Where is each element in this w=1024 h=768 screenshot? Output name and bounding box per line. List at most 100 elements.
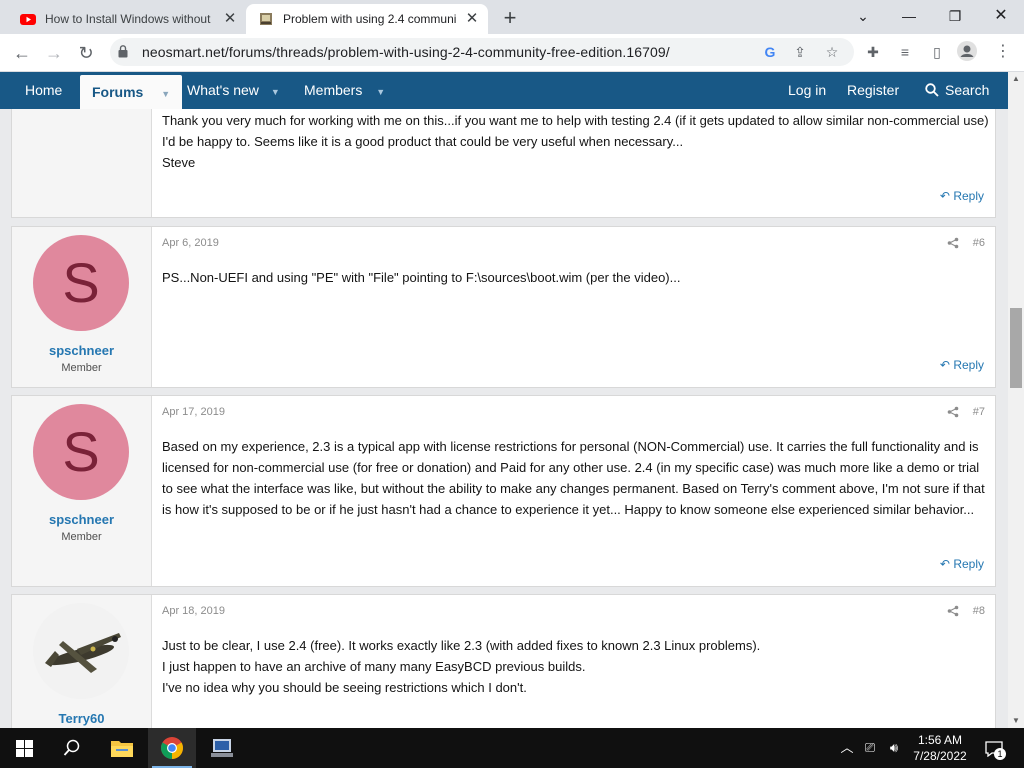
username-link[interactable]: spschneer xyxy=(12,343,151,358)
username-link[interactable]: spschneer xyxy=(12,512,151,527)
search-label: Search xyxy=(945,82,990,98)
post-user-panel: Terry60 xyxy=(12,595,152,728)
chevron-down-icon[interactable]: ▼ xyxy=(161,89,170,99)
nav-home[interactable]: Home xyxy=(25,72,62,109)
neosmart-favicon-icon xyxy=(260,13,272,25)
volume-icon[interactable]: 🔊︎ xyxy=(884,728,904,768)
post-5: Thank you very much for working with me … xyxy=(11,109,996,218)
avatar[interactable]: S xyxy=(33,235,129,331)
clock-date: 7/28/2022 xyxy=(913,749,967,763)
browser-toolbar: ← → ↻ neosmart.net/forums/threads/proble… xyxy=(0,34,1024,72)
google-lens-icon[interactable]: G xyxy=(760,42,780,62)
show-hidden-icons-chevron-icon[interactable]: ︿ xyxy=(837,728,857,768)
chrome-taskbar-button[interactable] xyxy=(148,728,196,768)
post-number-link[interactable]: #8 xyxy=(973,605,985,617)
chrome-icon xyxy=(161,737,183,759)
new-tab-button[interactable]: + xyxy=(498,6,522,30)
share-icon[interactable] xyxy=(947,406,959,418)
forward-button[interactable]: → xyxy=(40,39,68,67)
forum-nav-bar: Home Forums ▼ What's new ▼ Members ▼ Log… xyxy=(0,72,1008,109)
reload-button[interactable]: ↻ xyxy=(72,39,100,67)
post-body: Thank you very much for working with me … xyxy=(162,110,992,173)
chevron-down-icon[interactable]: ▼ xyxy=(376,87,385,97)
side-panel-icon[interactable]: ▯ xyxy=(926,41,948,63)
post-paragraph: PS...Non-UEFI and using "PE" with "File"… xyxy=(162,270,681,285)
chevron-down-icon[interactable]: ▼ xyxy=(271,87,280,97)
nav-whats-new-label: What's new xyxy=(187,82,259,98)
nav-members[interactable]: Members ▼ xyxy=(304,72,385,109)
post-paragraph: Based on my experience, 2.3 is a typical… xyxy=(162,439,985,517)
avatar[interactable] xyxy=(33,603,129,699)
close-tab-icon[interactable]: ✕ xyxy=(464,11,480,27)
scroll-down-arrow-icon[interactable]: ▼ xyxy=(1008,714,1024,728)
app-taskbar-button[interactable] xyxy=(198,728,246,768)
taskbar-search-button[interactable] xyxy=(48,728,96,768)
reply-button[interactable]: ↶ Reply xyxy=(940,557,984,571)
nav-forums[interactable]: Forums ▼ xyxy=(80,75,183,109)
nav-whats-new[interactable]: What's new ▼ xyxy=(187,72,280,109)
bookmark-star-icon[interactable]: ☆ xyxy=(822,42,842,62)
file-explorer-button[interactable] xyxy=(98,728,146,768)
post-paragraph: Steve xyxy=(162,155,196,170)
spitfire-plane-icon xyxy=(45,633,121,673)
url-text: neosmart.net/forums/threads/problem-with… xyxy=(142,44,670,60)
share-icon[interactable] xyxy=(947,605,959,617)
post-user-panel: S spschneer Member xyxy=(12,227,152,387)
windows-taskbar: ︿ ⎚ 🔊︎ 1:56 AM 7/28/2022 1 xyxy=(0,728,1024,768)
user-role: Member xyxy=(61,362,102,374)
tab-title: Problem with using 2.4 communi xyxy=(283,12,457,26)
post-date[interactable]: Apr 17, 2019 xyxy=(162,406,225,418)
media-control-icon[interactable]: ≡ xyxy=(894,41,916,63)
post-paragraph: I've no idea why you should be seeing re… xyxy=(162,680,527,695)
start-button[interactable] xyxy=(0,728,48,768)
network-icon[interactable]: ⎚ xyxy=(860,728,880,768)
login-link[interactable]: Log in xyxy=(788,72,826,109)
lock-icon[interactable] xyxy=(118,45,128,58)
back-button[interactable]: ← xyxy=(8,39,36,67)
reply-label: Reply xyxy=(953,557,984,571)
post-date[interactable]: Apr 6, 2019 xyxy=(162,237,219,249)
post-body: PS...Non-UEFI and using "PE" with "File"… xyxy=(162,267,992,288)
system-clock[interactable]: 1:56 AM 7/28/2022 xyxy=(905,732,975,764)
scrollbar-thumb[interactable] xyxy=(1010,308,1022,388)
page-scrollbar[interactable]: ▲ ▼ xyxy=(1008,72,1024,728)
post-paragraph: Just to be clear, I use 2.4 (free). It w… xyxy=(162,638,761,653)
tab-forum-thread[interactable]: Problem with using 2.4 communi ✕ xyxy=(246,4,488,34)
address-bar[interactable]: neosmart.net/forums/threads/problem-with… xyxy=(110,38,854,66)
post-number-link[interactable]: #7 xyxy=(973,406,985,418)
share-icon[interactable] xyxy=(947,237,959,249)
register-link[interactable]: Register xyxy=(847,72,899,109)
reply-icon: ↶ xyxy=(939,189,950,203)
reply-button[interactable]: ↶ Reply xyxy=(940,189,984,203)
post-body: Based on my experience, 2.3 is a typical… xyxy=(162,436,992,520)
minimize-button[interactable]: — xyxy=(886,2,932,30)
post-number-link[interactable]: #6 xyxy=(973,237,985,249)
post-7: S spschneer Member Apr 17, 2019 #7 Based… xyxy=(11,395,996,587)
close-window-button[interactable]: ✕ xyxy=(978,2,1024,30)
nav-members-label: Members xyxy=(304,82,363,98)
user-role: Member xyxy=(61,531,102,543)
tab-title: How to Install Windows without xyxy=(45,12,211,26)
share-page-icon[interactable]: ⇪ xyxy=(790,42,810,62)
chrome-menu-icon[interactable]: ⋮ xyxy=(992,41,1014,63)
post-body: Just to be clear, I use 2.4 (free). It w… xyxy=(162,635,992,698)
tab-youtube[interactable]: How to Install Windows without ✕ xyxy=(8,4,246,34)
close-tab-icon[interactable]: ✕ xyxy=(222,11,238,27)
scroll-up-arrow-icon[interactable]: ▲ xyxy=(1008,72,1024,86)
profile-avatar-icon[interactable] xyxy=(956,41,978,63)
clock-time: 1:56 AM xyxy=(917,733,963,747)
search-button[interactable]: Search xyxy=(925,72,989,109)
reply-icon: ↶ xyxy=(939,557,950,571)
avatar[interactable]: S xyxy=(33,404,129,500)
extensions-puzzle-icon[interactable]: ✚ xyxy=(862,41,884,63)
post-date[interactable]: Apr 18, 2019 xyxy=(162,605,225,617)
search-icon xyxy=(925,83,939,97)
reply-icon: ↶ xyxy=(939,358,950,372)
notification-center-button[interactable]: 1 xyxy=(980,728,1008,768)
username-link[interactable]: Terry60 xyxy=(12,711,151,726)
reply-button[interactable]: ↶ Reply xyxy=(940,358,984,372)
tab-search-chevron-icon[interactable]: ⌄ xyxy=(840,2,886,30)
restore-button[interactable]: ❐ xyxy=(932,2,978,30)
search-icon xyxy=(63,739,80,756)
computer-app-icon xyxy=(211,739,233,757)
